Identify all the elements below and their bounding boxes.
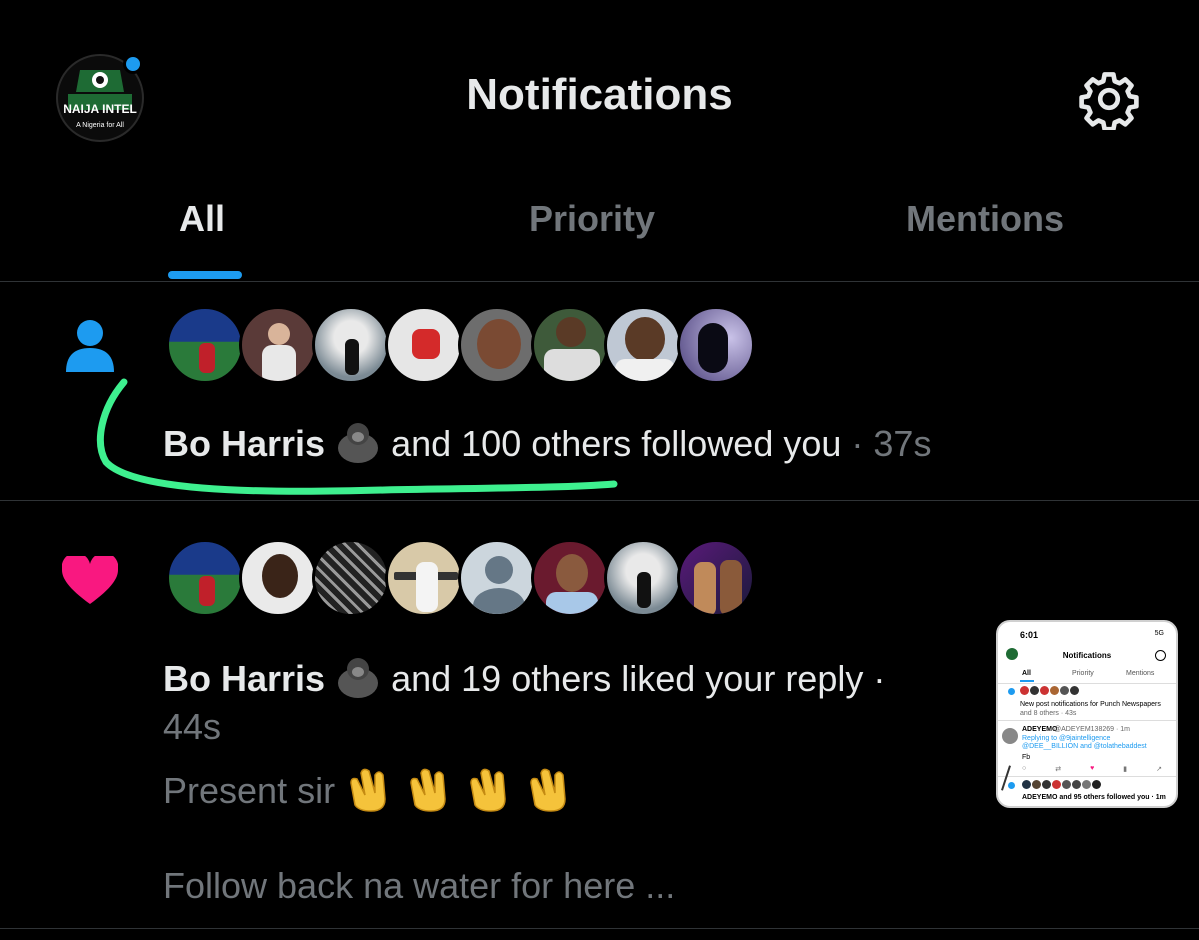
gorilla-emoji-icon bbox=[338, 658, 379, 698]
gear-icon bbox=[1155, 650, 1166, 661]
avatar[interactable] bbox=[385, 539, 463, 617]
screenshot-thumbnail: 6:01 5G Notifications All Priority Menti… bbox=[996, 620, 1178, 808]
person-icon bbox=[66, 320, 114, 372]
tab-mentions[interactable]: Mentions bbox=[906, 198, 1064, 240]
avatars bbox=[1020, 686, 1079, 695]
tab-priority[interactable]: Priority bbox=[529, 198, 655, 240]
tab-all[interactable]: All bbox=[179, 198, 225, 240]
active-tab-indicator bbox=[168, 271, 242, 279]
avatar[interactable] bbox=[239, 306, 317, 384]
avatar[interactable] bbox=[312, 306, 390, 384]
avatars bbox=[1022, 780, 1101, 789]
avatar[interactable] bbox=[385, 306, 463, 384]
avatar[interactable] bbox=[458, 306, 536, 384]
avatar[interactable] bbox=[677, 306, 755, 384]
reply-preview-second-line: Follow back na water for here ... bbox=[163, 865, 676, 906]
user-name[interactable]: Bo Harris bbox=[163, 658, 325, 699]
header: NAIJA INTEL A Nigeria for All Notificati… bbox=[0, 0, 1199, 170]
clapping-hands-icon bbox=[345, 768, 575, 812]
avatar[interactable] bbox=[531, 306, 609, 384]
avatar[interactable] bbox=[531, 539, 609, 617]
annotation-highlight-stroke bbox=[96, 378, 618, 495]
person-icon bbox=[1008, 782, 1015, 789]
tab-bar: All Priority Mentions bbox=[0, 170, 1199, 282]
avatar[interactable] bbox=[677, 539, 755, 617]
avatar[interactable] bbox=[166, 306, 244, 384]
thumb-notification: New post notifications for Punch Newspap… bbox=[1020, 701, 1161, 717]
avatar[interactable] bbox=[458, 539, 536, 617]
avatar[interactable] bbox=[604, 539, 682, 617]
bell-icon bbox=[1008, 688, 1015, 695]
page-title: Notifications bbox=[466, 70, 733, 119]
avatar[interactable] bbox=[312, 539, 390, 617]
avatar[interactable] bbox=[166, 539, 244, 617]
avatar[interactable] bbox=[239, 539, 317, 617]
avatar[interactable] bbox=[604, 306, 682, 384]
notification-follow[interactable]: Bo Harris and 100 others followed you · … bbox=[0, 282, 1199, 501]
heart-icon bbox=[62, 556, 118, 604]
reply-preview: Present sir bbox=[163, 765, 575, 813]
follower-avatars bbox=[166, 306, 755, 384]
liker-avatars bbox=[166, 539, 755, 617]
avatar bbox=[1002, 728, 1018, 744]
gear-icon[interactable] bbox=[1078, 68, 1140, 130]
notification-text: Bo Harris and 19 others liked your reply… bbox=[163, 655, 963, 751]
action-bar: ○ ⇄ ♥ ▮ ↗ bbox=[1022, 765, 1162, 773]
